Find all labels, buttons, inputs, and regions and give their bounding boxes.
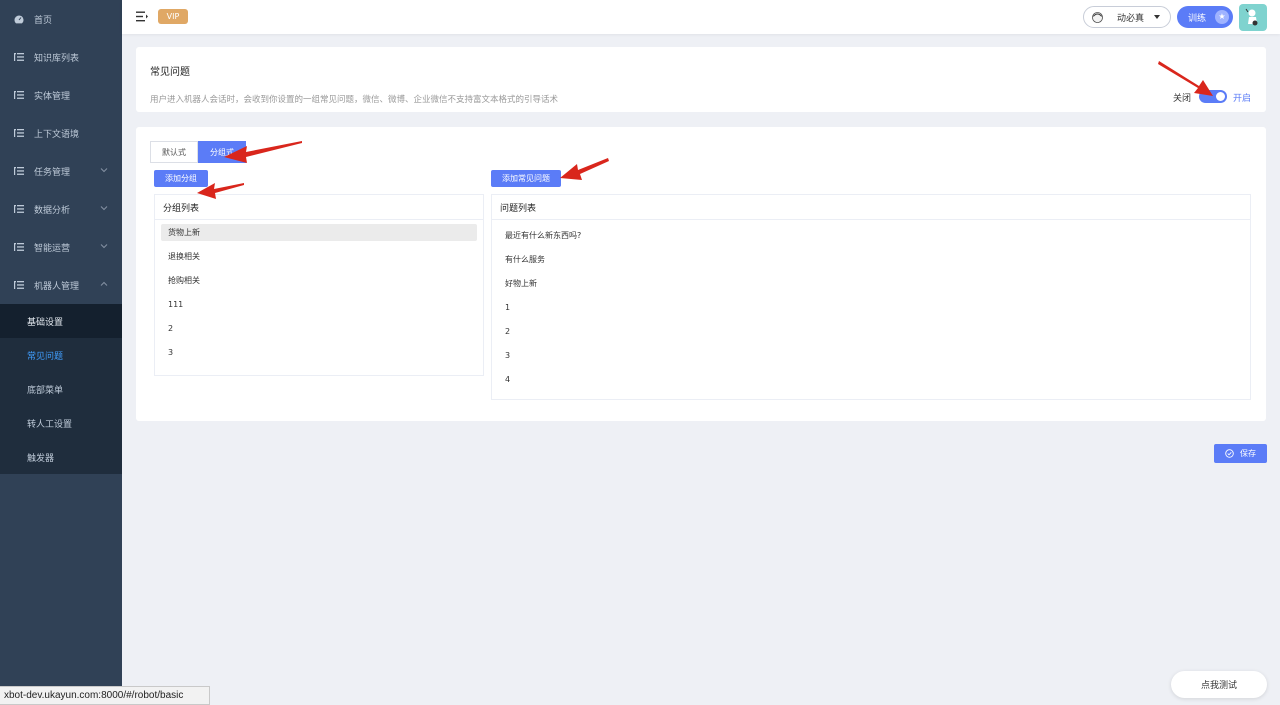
sidebar-item-entity[interactable]: 实体管理: [0, 76, 122, 114]
question-list-item[interactable]: 好物上新: [492, 271, 1250, 295]
top-header: VIP 动必真 训练 ★: [122, 0, 1280, 34]
question-list-item[interactable]: 有什么服务: [492, 247, 1250, 271]
question-list-header: 问题列表: [492, 195, 1250, 220]
sidebar-item-label: 任务管理: [34, 167, 71, 178]
question-list-item[interactable]: 4: [492, 367, 1250, 391]
sidebar-item-label: 智能运营: [34, 243, 71, 254]
mode-tabs: 默认式 分组式: [150, 141, 246, 163]
dashboard-icon: [14, 14, 24, 24]
train-button[interactable]: 训练 ★: [1177, 6, 1233, 28]
vip-badge: VIP: [158, 9, 188, 24]
list-icon: [14, 90, 24, 100]
hamburger-menu-icon[interactable]: [136, 11, 148, 22]
chevron-down-icon: [100, 166, 108, 174]
sidebar-item-knowledge-base[interactable]: 知识库列表: [0, 38, 122, 76]
list-icon: [14, 280, 24, 290]
question-list-item[interactable]: 1: [492, 295, 1250, 319]
sidebar-item-context[interactable]: 上下文语境: [0, 114, 122, 152]
list-icon: [14, 166, 24, 176]
caret-down-icon: [1154, 15, 1160, 19]
page-title: 常见问题: [150, 67, 190, 78]
tab-default-mode[interactable]: 默认式: [150, 141, 198, 163]
sidebar-item-analytics[interactable]: 数据分析: [0, 190, 122, 228]
switch-knob: [1216, 92, 1225, 101]
sidebar: 首页 知识库列表 实体管理 上下文语境 任务管理 数据分析 智能运营 机器人管理…: [0, 0, 122, 705]
chevron-down-icon: [100, 242, 108, 250]
chevron-down-icon: [100, 204, 108, 212]
question-list-item[interactable]: 2: [492, 319, 1250, 343]
list-icon: [14, 128, 24, 138]
list-icon: [14, 204, 24, 214]
faq-settings-card: 常见问题 用户进入机器人会话时，会收到你设置的一组常见问题，微信、微博、企业微信…: [136, 47, 1266, 112]
question-list-item[interactable]: 最近有什么新东西吗?: [492, 223, 1250, 247]
faq-description: 用户进入机器人会话时，会收到你设置的一组常见问题，微信、微博、企业微信不支持富文…: [150, 95, 559, 105]
group-list-item[interactable]: 111: [155, 292, 483, 316]
browser-status-url: xbot-dev.ukayun.com:8000/#/robot/basic: [0, 686, 210, 705]
user-avatar-icon: [1092, 11, 1103, 23]
sidebar-item-label: 实体管理: [34, 91, 71, 102]
submenu-item-trigger[interactable]: 触发器: [0, 440, 122, 474]
group-list-item[interactable]: 2: [155, 316, 483, 340]
sidebar-item-label: 数据分析: [34, 205, 71, 216]
tab-group-mode[interactable]: 分组式: [198, 141, 246, 163]
robot-submenu: 基础设置 常见问题 底部菜单 转人工设置 触发器: [0, 304, 122, 474]
sidebar-item-tasks[interactable]: 任务管理: [0, 152, 122, 190]
submenu-item-faq[interactable]: 常见问题: [0, 338, 122, 372]
add-group-button[interactable]: 添加分组: [154, 170, 208, 187]
group-list-panel: 分组列表 货物上新 退换相关 抢购相关 111 2 3: [154, 194, 484, 376]
sidebar-item-label: 知识库列表: [34, 53, 80, 64]
submenu-item-transfer-human[interactable]: 转人工设置: [0, 406, 122, 440]
train-label: 训练: [1188, 13, 1207, 24]
add-question-button[interactable]: 添加常见问题: [491, 170, 561, 187]
sidebar-item-operations[interactable]: 智能运营: [0, 228, 122, 266]
test-chat-button[interactable]: 点我测试: [1171, 671, 1267, 698]
sidebar-item-label: 机器人管理: [34, 281, 80, 292]
check-circle-icon: [1225, 449, 1234, 458]
switch-on-label: 开启: [1233, 94, 1252, 104]
switch-off-label: 关闭: [1173, 94, 1192, 104]
submenu-item-bottom-menu[interactable]: 底部菜单: [0, 372, 122, 406]
sidebar-item-label: 上下文语境: [34, 129, 80, 140]
faq-groups-card: 默认式 分组式 添加分组 添加常见问题 分组列表 货物上新 退换相关 抢购相关 …: [136, 127, 1266, 421]
sidebar-item-home[interactable]: 首页: [0, 0, 122, 38]
group-list-item[interactable]: 抢购相关: [155, 268, 483, 292]
list-icon: [14, 52, 24, 62]
question-list-panel: 问题列表 最近有什么新东西吗? 有什么服务 好物上新 1 2 3 4: [491, 194, 1251, 400]
question-list-item[interactable]: 3: [492, 343, 1250, 367]
sidebar-item-robot-management[interactable]: 机器人管理: [0, 266, 122, 304]
group-list-header: 分组列表: [155, 195, 483, 220]
sidebar-item-label: 首页: [34, 15, 53, 26]
chevron-up-icon: [100, 280, 108, 288]
star-icon: ★: [1215, 10, 1229, 24]
group-list-item[interactable]: 3: [155, 340, 483, 364]
submenu-item-basic-settings[interactable]: 基础设置: [0, 304, 122, 338]
save-label: 保存: [1240, 449, 1256, 458]
faq-enable-switch[interactable]: [1199, 90, 1227, 103]
group-list-item[interactable]: 退换相关: [155, 244, 483, 268]
list-icon: [14, 242, 24, 252]
user-name: 动必真: [1117, 13, 1145, 24]
group-list-item[interactable]: 货物上新: [161, 224, 477, 241]
user-dropdown[interactable]: 动必真: [1083, 6, 1171, 28]
robot-avatar[interactable]: [1239, 4, 1267, 31]
save-button[interactable]: 保存: [1214, 444, 1267, 463]
